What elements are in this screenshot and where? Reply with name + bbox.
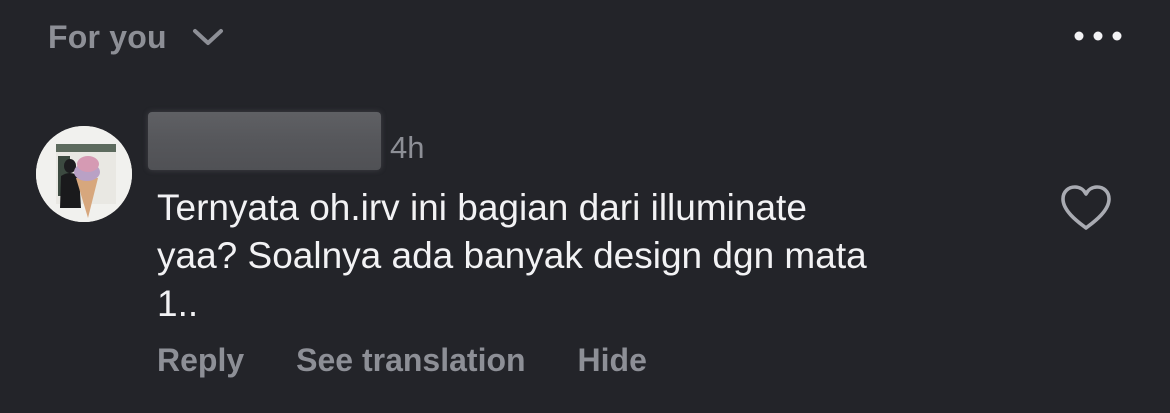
- comment-text: Ternyata oh.irv ini bagian dari illumina…: [157, 184, 1017, 328]
- avatar-image: [36, 126, 132, 222]
- reply-button[interactable]: Reply: [157, 342, 244, 379]
- comment-text-line: 1..: [157, 283, 199, 324]
- like-button[interactable]: [1057, 182, 1115, 234]
- comment-text-line: Ternyata oh.irv ini bagian dari illumina…: [157, 187, 807, 228]
- username-redacted[interactable]: [148, 112, 381, 170]
- heart-outline-icon: [1061, 185, 1111, 230]
- hide-button[interactable]: Hide: [578, 342, 647, 379]
- comment-text-line: yaa? Soalnya ada banyak design dgn mata: [157, 235, 867, 276]
- more-horizontal-icon: [1074, 31, 1122, 41]
- feed-label: For you: [48, 18, 167, 55]
- see-translation-button[interactable]: See translation: [296, 342, 525, 379]
- feed-header: For you: [0, 0, 1170, 80]
- comment-actions: Reply See translation Hide: [157, 342, 699, 379]
- avatar[interactable]: [36, 126, 132, 222]
- comment: 4h Ternyata oh.irv ini bagian dari illum…: [0, 110, 1170, 413]
- more-options-button[interactable]: [1072, 24, 1124, 48]
- feed-selector[interactable]: For you: [48, 14, 225, 60]
- timestamp: 4h: [390, 130, 425, 165]
- chevron-down-icon: [192, 29, 223, 45]
